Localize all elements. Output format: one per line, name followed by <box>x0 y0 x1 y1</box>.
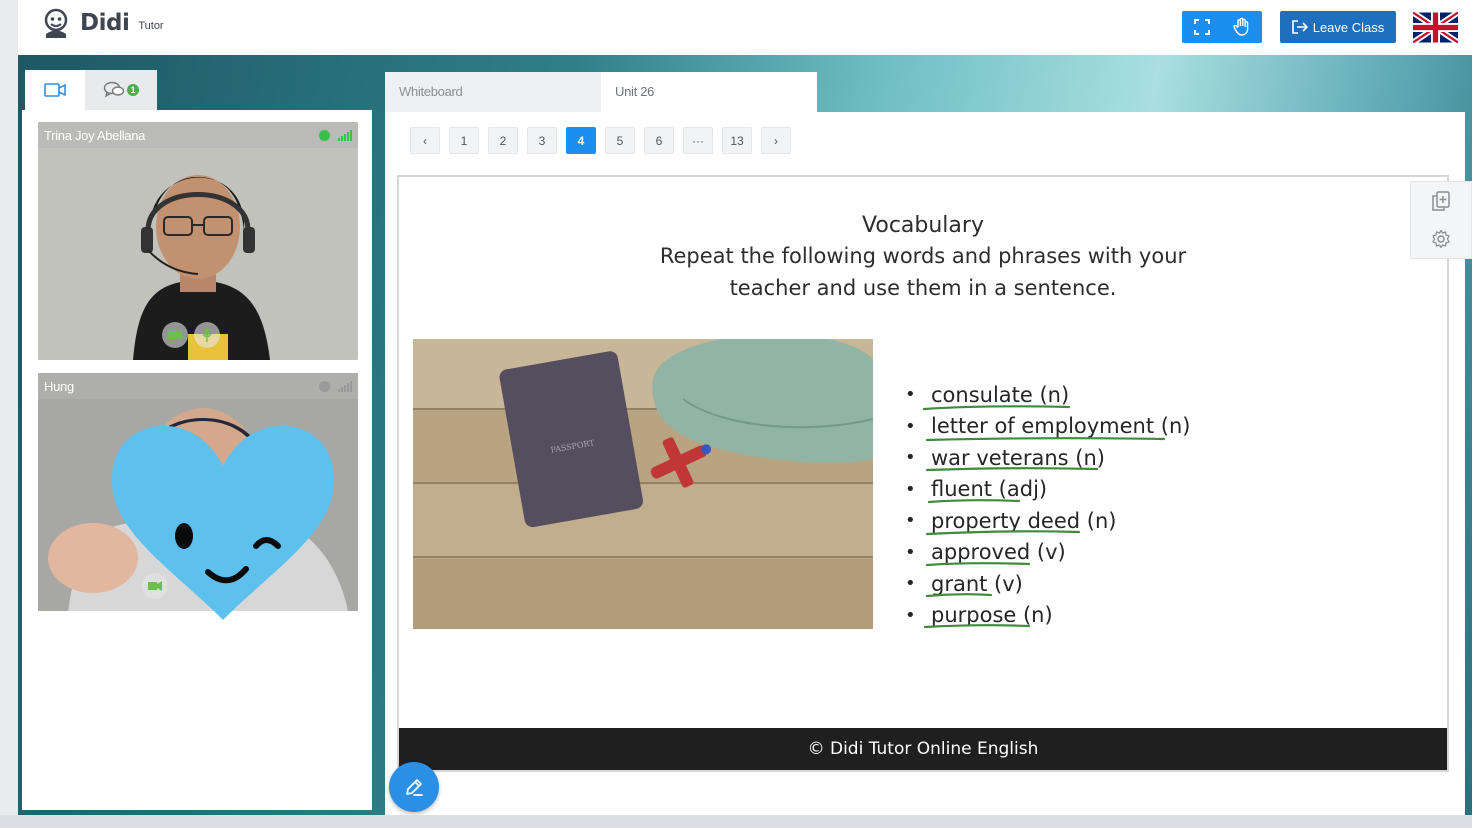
video-panel-tabs: 1 <box>25 70 157 110</box>
slide-instruction-line-1: Repeat the following words and phrases w… <box>659 244 1187 268</box>
mic-toggle-button[interactable] <box>194 322 220 348</box>
settings-icon <box>1432 229 1450 249</box>
page-6-button[interactable]: 6 <box>644 127 674 154</box>
pen-tool-button[interactable] <box>389 762 439 812</box>
settings-button[interactable] <box>1411 220 1471 258</box>
exit-icon <box>1291 20 1308 34</box>
page-2-button[interactable]: 2 <box>488 127 518 154</box>
slide-title: Vocabulary <box>862 213 984 238</box>
signal-strength-icon <box>338 129 352 141</box>
signal-strength-icon <box>338 380 352 392</box>
page-13-button[interactable]: 13 <box>722 127 752 154</box>
chat-icon <box>103 81 125 98</box>
slide-footer: © Didi Tutor Online English <box>399 728 1447 770</box>
slide-pagination: ‹ 1 2 3 4 5 6 ··· 13 › <box>410 127 791 154</box>
video-camera-icon <box>44 83 66 97</box>
raise-hand-button[interactable] <box>1222 11 1262 43</box>
slide-instruction-line-2: teacher and use them in a sentence. <box>729 276 1117 300</box>
prev-page-button[interactable]: ‹ <box>410 127 440 154</box>
fullscreen-icon <box>1194 19 1210 35</box>
hand-icon <box>1233 17 1249 36</box>
logo-subtext: Tutor <box>138 20 164 32</box>
passport-hat-photo: PASSPORT <box>413 339 873 629</box>
left-margin <box>0 0 18 815</box>
leave-class-label: Leave Class <box>1312 19 1385 35</box>
handwritten-underline-annotations <box>922 405 1166 629</box>
chat-unread-badge: 1 <box>127 84 139 96</box>
slide-side-tools <box>1410 181 1472 259</box>
tab-video[interactable] <box>25 70 85 110</box>
logo-text: Didi <box>80 10 130 36</box>
heart-sticker-overlay <box>111 425 335 620</box>
page-4-button[interactable]: 4 <box>566 127 596 154</box>
page-5-button[interactable]: 5 <box>605 127 635 154</box>
logo-icon <box>44 8 68 38</box>
tile-header: Hung <box>38 373 358 399</box>
pen-icon <box>406 779 423 796</box>
copy-icon <box>1432 191 1450 211</box>
tab-chat[interactable]: 1 <box>85 70 157 110</box>
leave-class-button[interactable]: Leave Class <box>1280 11 1396 43</box>
microphone-icon <box>202 328 212 342</box>
bottom-margin <box>0 815 1472 828</box>
page-ellipsis-button[interactable]: ··· <box>683 127 713 154</box>
online-status-dot <box>319 129 330 141</box>
content-tabs: Whiteboard Unit 26 <box>385 72 817 112</box>
copy-button[interactable] <box>1411 182 1471 220</box>
logo: Didi Tutor <box>40 7 164 39</box>
participant-name: Trina Joy Abellana <box>44 127 146 143</box>
tile-header: Trina Joy Abellana <box>38 122 358 148</box>
top-bar: Didi Tutor Leave Class <box>18 0 1472 55</box>
next-page-button[interactable]: › <box>761 127 791 154</box>
lesson-slide: Vocabulary Repeat the following words an… <box>397 175 1449 772</box>
participant-name: Hung <box>44 378 74 394</box>
class-tools <box>1182 11 1262 43</box>
page-3-button[interactable]: 3 <box>527 127 557 154</box>
fullscreen-button[interactable] <box>1182 11 1222 43</box>
tile-controls <box>162 322 220 348</box>
page-1-button[interactable]: 1 <box>449 127 479 154</box>
camera-icon <box>168 330 182 340</box>
uk-flag-icon[interactable] <box>1413 12 1458 43</box>
video-tile-teacher: Trina Joy Abellana <box>38 122 358 360</box>
tab-unit-26[interactable]: Unit 26 <box>601 72 817 112</box>
camera-toggle-button[interactable] <box>162 322 188 348</box>
offline-status-dot <box>319 380 330 392</box>
tab-whiteboard[interactable]: Whiteboard <box>385 72 601 112</box>
